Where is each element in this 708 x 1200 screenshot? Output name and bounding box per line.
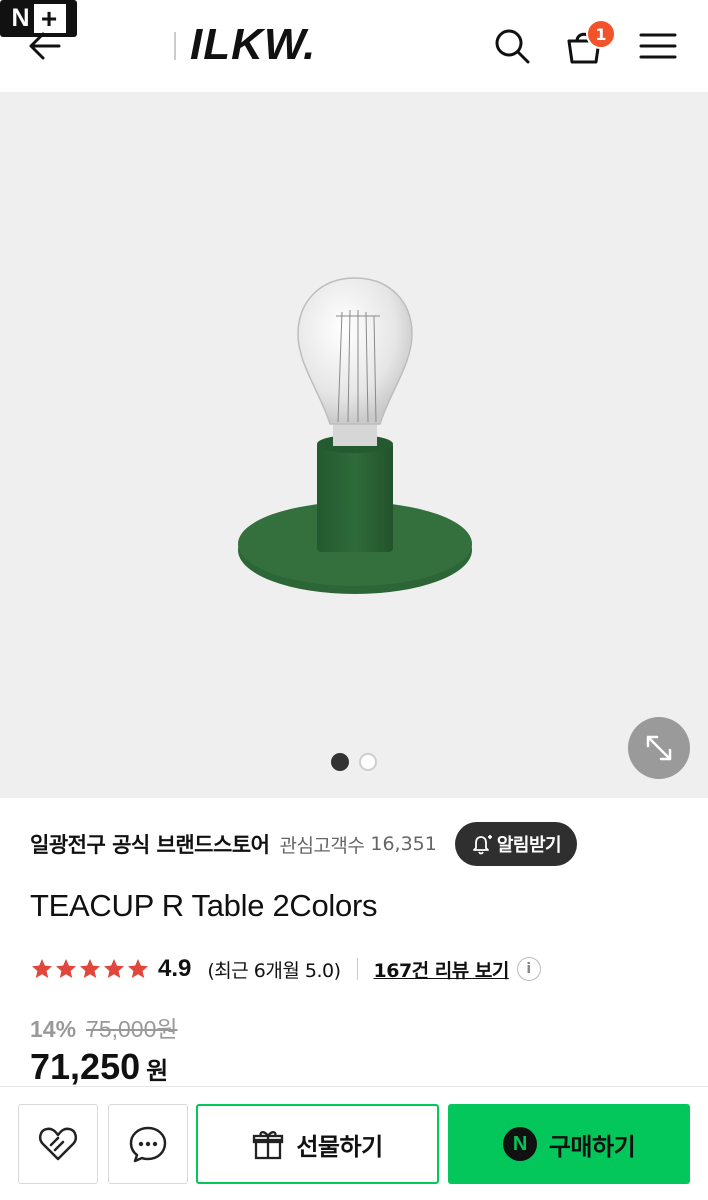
- gift-box-icon: [253, 1131, 284, 1160]
- currency-unit: 원: [146, 1057, 169, 1085]
- rating-row: 4.9 (최근 6개월 5.0) 167건 리뷰 보기 i: [30, 950, 541, 988]
- followers-count: 16,351: [370, 833, 437, 855]
- search-icon: [495, 29, 530, 64]
- discount-row: 14% 75,000원: [30, 1010, 178, 1044]
- image-pagination: [0, 753, 708, 773]
- buy-button[interactable]: N 구매하기: [448, 1104, 690, 1184]
- naver-pay-icon: N: [502, 1127, 537, 1161]
- notify-button[interactable]: 알림받기: [454, 822, 578, 866]
- original-price: 75,000원: [86, 1016, 178, 1042]
- star-icon: [80, 959, 100, 978]
- menu-button[interactable]: [634, 24, 682, 68]
- rating-separator: [356, 958, 358, 980]
- store-name-link[interactable]: 일광전구 공식 브랜드스토어: [30, 829, 270, 859]
- discount-rate: 14%: [30, 1016, 77, 1042]
- product-image-gallery[interactable]: [0, 92, 708, 798]
- sale-price: 71,250: [30, 1046, 141, 1087]
- star-icon: [128, 959, 148, 978]
- info-icon[interactable]: i: [516, 957, 541, 981]
- bell-plus-icon: [472, 835, 492, 855]
- search-button[interactable]: [488, 22, 536, 70]
- header-divider: [174, 32, 176, 60]
- price-row: 71,250 원: [30, 1046, 168, 1088]
- gift-button[interactable]: 선물하기: [196, 1104, 439, 1184]
- reviews-link[interactable]: 167건 리뷰 보기: [374, 956, 510, 983]
- pagination-dot-2[interactable]: [359, 753, 377, 771]
- wishlist-button[interactable]: [18, 1104, 98, 1184]
- chat-bubble-icon: [129, 1126, 167, 1163]
- recent-rating: (최근 6개월 5.0): [207, 959, 341, 982]
- star-icon: [104, 959, 124, 978]
- buy-label: 구매하기: [548, 1132, 636, 1161]
- back-button[interactable]: [20, 24, 68, 68]
- hamburger-menu-icon: [639, 33, 677, 59]
- pagination-dot-1[interactable]: [331, 753, 349, 771]
- back-arrow-icon: [29, 32, 61, 60]
- store-info-row: 일광전구 공식 브랜드스토어 관심고객수 16,351 알림받기: [30, 818, 680, 870]
- notify-label: 알림받기: [496, 835, 562, 856]
- product-image-lamp: [238, 277, 472, 594]
- gift-label: 선물하기: [296, 1132, 383, 1161]
- bottom-action-bar: 선물하기 N 구매하기: [0, 1086, 708, 1200]
- heart-icon: [38, 1127, 78, 1161]
- brand-logo[interactable]: ILKW.: [190, 22, 316, 68]
- rating-stars: [30, 957, 150, 981]
- followers-label: 관심고객수: [279, 834, 365, 857]
- talk-button[interactable]: [108, 1104, 188, 1184]
- top-header: N + ILKW. 1: [0, 0, 708, 92]
- star-icon: [32, 959, 52, 978]
- star-icon: [56, 959, 76, 978]
- cart-count-badge: 1: [586, 19, 616, 49]
- rating-value: 4.9: [158, 955, 192, 982]
- product-title: TEACUP R Table 2Colors: [30, 888, 378, 923]
